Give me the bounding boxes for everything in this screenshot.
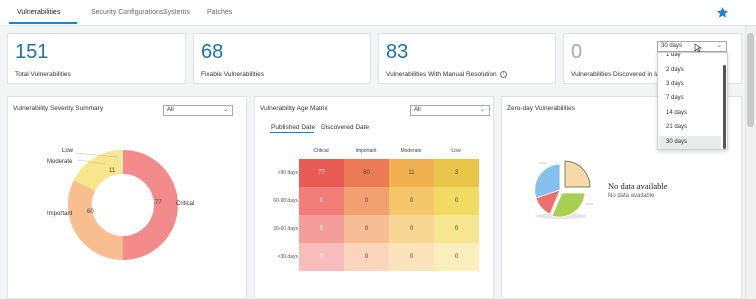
- matrix-cell-value: 0: [409, 198, 414, 204]
- tab-vulnerabilities[interactable]: Vulnerabilities: [17, 9, 60, 16]
- discovered-vulnerabilities-label: Vulnerabilities Discovered in la: [571, 71, 660, 78]
- tab-systems[interactable]: Systems: [163, 9, 190, 16]
- matrix-cell[interactable]: 0: [434, 243, 479, 271]
- manual-resolution-card[interactable]: 83 Vulnerabilities With Manual Resolutio…: [378, 33, 556, 84]
- donut-value-critical: 77: [155, 200, 162, 206]
- period-select-value: 30 days: [661, 43, 683, 49]
- matrix-col-moderate: Moderate: [400, 148, 422, 154]
- donut-value-moderate: 11: [109, 168, 116, 174]
- matrix-cell[interactable]: 0: [344, 243, 389, 271]
- matrix-cell-value: 0: [319, 254, 324, 260]
- age-matrix-filter-value: All: [414, 107, 421, 113]
- subtab-discovered-date[interactable]: Discovered Date: [321, 124, 369, 131]
- matrix-row-label: <30 days: [277, 254, 298, 260]
- total-vulnerabilities-label: Total Vulnerabilities: [15, 71, 71, 78]
- donut-label-low: Low: [62, 148, 74, 154]
- fixable-vulnerabilities-count: 68: [201, 41, 224, 63]
- page-scrollbar-thumb[interactable]: [747, 33, 754, 127]
- matrix-col-low: Low: [451, 148, 461, 154]
- matrix-cell[interactable]: 3: [434, 159, 479, 187]
- matrix-cell[interactable]: 0: [389, 215, 434, 243]
- matrix-cell[interactable]: 0: [299, 243, 344, 271]
- donut-value-important: 60: [87, 209, 94, 215]
- matrix-cell[interactable]: 0: [434, 215, 479, 243]
- age-matrix-title: Vulnerability Age Matrix: [260, 105, 328, 112]
- total-vulnerabilities-card[interactable]: 151 Total Vulnerabilities: [7, 33, 186, 84]
- matrix-cell-value: 0: [454, 254, 459, 260]
- fixable-vulnerabilities-label: Fixable Vulnerabilities: [201, 71, 264, 78]
- manual-resolution-label-wrap: Vulnerabilities With Manual Resolution i: [386, 71, 507, 78]
- matrix-cell[interactable]: 0: [434, 187, 479, 215]
- donut-segment-critical[interactable]: [123, 150, 178, 260]
- matrix-cell-value: 0: [364, 226, 369, 232]
- mouse-cursor-icon: [694, 43, 702, 53]
- matrix-cell-value: 11: [408, 170, 415, 176]
- age-matrix-filter-select[interactable]: All ⌄: [410, 105, 490, 116]
- matrix-cell-value: 60: [363, 170, 370, 176]
- donut-segment-important[interactable]: [67, 180, 123, 260]
- matrix-cell[interactable]: 77: [299, 159, 344, 187]
- matrix-cell[interactable]: 0: [299, 187, 344, 215]
- matrix-cell-value: 0: [409, 254, 414, 260]
- dropdown-option[interactable]: 1 day: [666, 53, 681, 58]
- matrix-cell[interactable]: 0: [299, 215, 344, 243]
- matrix-cell-value: 0: [454, 198, 459, 204]
- tab-security-configurations[interactable]: Security Configurations: [91, 9, 163, 16]
- matrix-cell[interactable]: 0: [389, 187, 434, 215]
- matrix-cell-value: 3: [454, 170, 459, 176]
- chevron-down-icon: ⌄: [716, 43, 722, 49]
- dropdown-option[interactable]: 7 days: [666, 95, 684, 101]
- period-select[interactable]: 30 days ⌄: [657, 41, 727, 52]
- discovered-vulnerabilities-count: 0: [571, 41, 583, 63]
- total-vulnerabilities-count: 151: [15, 41, 49, 63]
- period-dropdown-list: 1 day 2 days 3 days 7 days 14 days 21 da…: [657, 52, 728, 150]
- dropdown-option[interactable]: 2 days: [666, 67, 684, 73]
- matrix-cell[interactable]: 0: [344, 215, 389, 243]
- dropdown-option[interactable]: 3 days: [666, 81, 684, 87]
- star-icon[interactable]: [716, 6, 729, 19]
- subtab-published-date[interactable]: Published Date: [271, 124, 315, 131]
- dropdown-scrollbar[interactable]: [723, 65, 726, 149]
- matrix-cell-value: 0: [319, 226, 324, 232]
- severity-donut-chart: Low Moderate Important Critical 11 60 77: [47, 148, 194, 260]
- manual-resolution-label: Vulnerabilities With Manual Resolution: [386, 71, 497, 79]
- matrix-cell[interactable]: 0: [389, 243, 434, 271]
- active-tab-indicator: [9, 22, 77, 24]
- no-data-subtitle: No data available: [608, 193, 655, 199]
- matrix-row-label: >90 days: [277, 170, 298, 176]
- active-subtab-indicator: [270, 132, 314, 133]
- no-data-title: No data available: [608, 181, 668, 191]
- dropdown-option[interactable]: 30 days: [666, 139, 687, 145]
- chevron-down-icon: ⌄: [479, 107, 485, 113]
- matrix-row-label: 30-60 days: [273, 226, 298, 232]
- zero-day-title: Zero-day Vulnerabilities: [507, 105, 576, 112]
- matrix-col-important: Important: [355, 148, 377, 154]
- matrix-cell[interactable]: 0: [344, 187, 389, 215]
- donut-label-moderate: Moderate: [47, 159, 73, 165]
- dropdown-option[interactable]: 14 days: [666, 110, 687, 116]
- tab-patches[interactable]: Patches: [207, 9, 232, 16]
- matrix-cell-value: 0: [454, 226, 459, 232]
- fixable-vulnerabilities-card[interactable]: 68 Fixable Vulnerabilities: [193, 33, 371, 84]
- matrix-cell-value: 0: [319, 198, 324, 204]
- dropdown-option[interactable]: 21 days: [666, 124, 687, 130]
- donut-label-important: Important: [47, 211, 73, 217]
- matrix-cell-value: 0: [364, 198, 369, 204]
- no-data-pie-icon: [534, 160, 593, 219]
- top-tab-bar: Vulnerabilities Security Configurations …: [0, 0, 756, 26]
- matrix-cell-value: 0: [409, 226, 414, 232]
- manual-resolution-count: 83: [386, 41, 409, 63]
- info-icon[interactable]: i: [499, 71, 507, 78]
- matrix-cell[interactable]: 11: [389, 159, 434, 187]
- matrix-col-critical: Critical: [313, 148, 329, 154]
- matrix-cell-value: 0: [364, 254, 369, 260]
- matrix-cell[interactable]: 60: [344, 159, 389, 187]
- matrix-row-label: 60-90 days: [273, 198, 298, 204]
- matrix-cell-value: 77: [318, 170, 325, 176]
- donut-label-critical: Critical: [176, 201, 194, 207]
